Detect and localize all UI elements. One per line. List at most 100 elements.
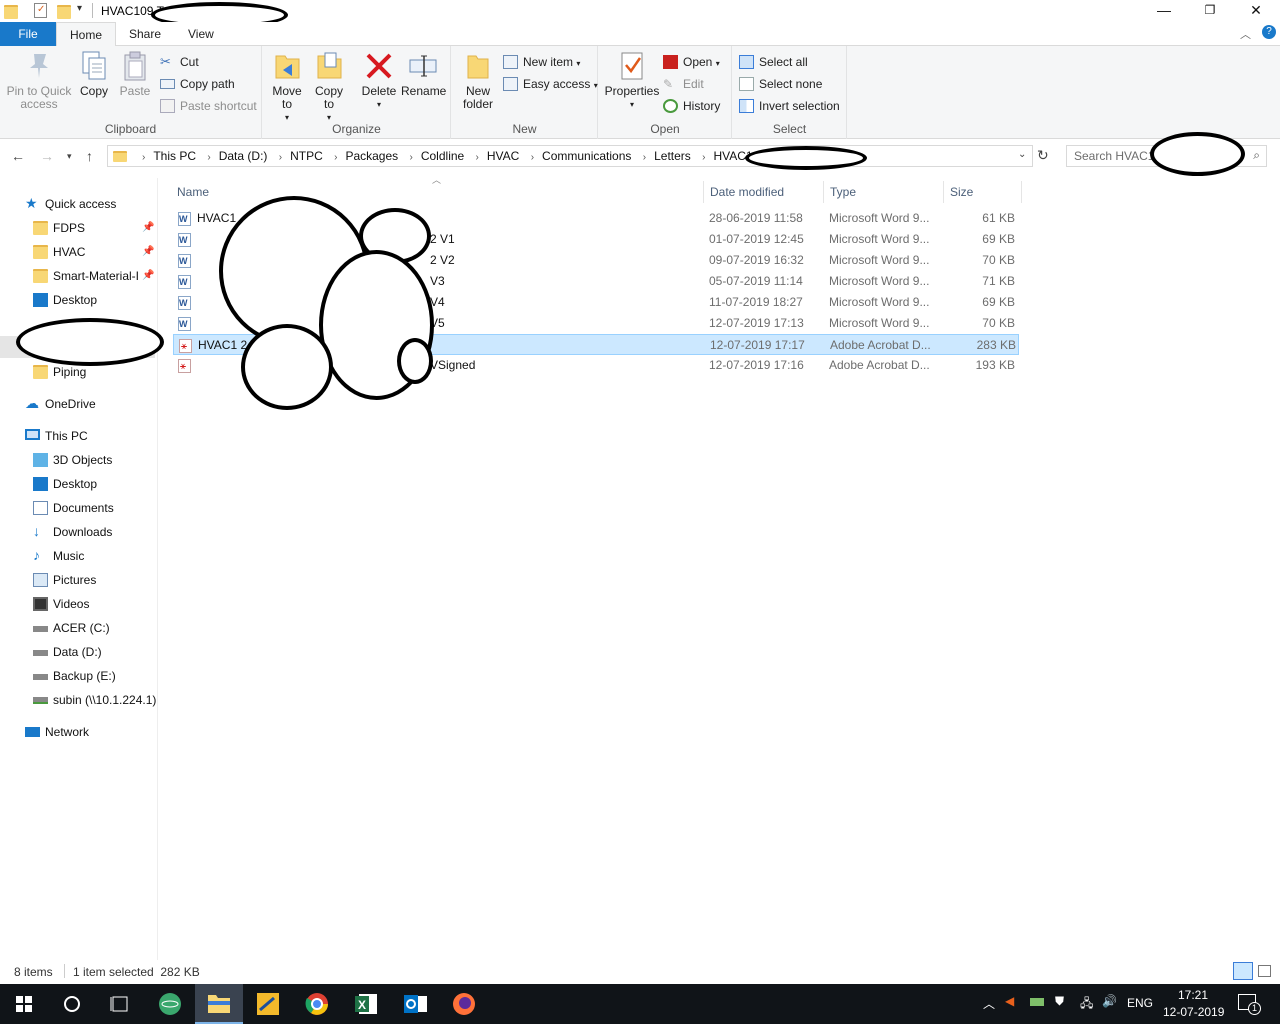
tab-share[interactable]: Share bbox=[116, 22, 174, 46]
copy-path-icon bbox=[160, 79, 175, 89]
search-input[interactable]: Search HVAC1 bbox=[1074, 149, 1154, 163]
volume-alert-icon[interactable]: ◀ bbox=[1005, 994, 1014, 1008]
language-indicator[interactable]: ENG bbox=[1127, 996, 1153, 1010]
history-button[interactable]: History bbox=[663, 96, 720, 116]
large-icons-view-icon[interactable] bbox=[1258, 965, 1271, 977]
details-view-icon[interactable] bbox=[1233, 962, 1253, 980]
crumb[interactable]: Packages bbox=[345, 149, 398, 163]
paste-shortcut-button[interactable]: Paste shortcut bbox=[160, 96, 257, 116]
properties-icon bbox=[617, 50, 647, 82]
tab-view[interactable]: View bbox=[175, 22, 227, 46]
column-header-size[interactable]: Size bbox=[942, 181, 1022, 203]
file-date: 12-07-2019 17:13 bbox=[709, 316, 804, 330]
crumb[interactable]: Data (D:) bbox=[219, 149, 268, 163]
sidebar-item-fdps[interactable]: FDPS 📌 bbox=[33, 216, 158, 240]
task-view-icon[interactable] bbox=[96, 984, 144, 1024]
crumb[interactable]: Letters bbox=[654, 149, 691, 163]
up-arrow-icon[interactable]: ↑ bbox=[86, 148, 93, 164]
atom-app-icon[interactable] bbox=[146, 984, 194, 1024]
crumb[interactable]: Communications bbox=[542, 149, 631, 163]
file-size: 70 KB bbox=[982, 253, 1015, 267]
copy-path-button[interactable]: Copy path bbox=[160, 74, 235, 94]
notification-count: 1 bbox=[1248, 1002, 1261, 1015]
battery-icon[interactable] bbox=[1030, 998, 1044, 1006]
app-taskbar-icon[interactable] bbox=[244, 984, 292, 1024]
search-circle-icon[interactable] bbox=[48, 984, 96, 1024]
crumb[interactable]: Coldline bbox=[421, 149, 464, 163]
edit-pencil-icon: ✎ bbox=[663, 77, 674, 91]
select-none-button[interactable]: Select none bbox=[739, 74, 822, 94]
pin-quick-access-button[interactable]: Pin to Quick access bbox=[6, 50, 72, 111]
sidebar-label: HVAC bbox=[53, 245, 86, 259]
delete-button[interactable]: Delete ▾ bbox=[359, 50, 399, 111]
chrome-icon[interactable] bbox=[293, 984, 341, 1024]
new-folder-button[interactable]: New folder bbox=[458, 50, 498, 111]
easy-access-icon bbox=[503, 77, 518, 91]
drive-icon bbox=[33, 650, 48, 656]
move-to-button[interactable]: Move to ▾ bbox=[269, 50, 305, 124]
shield-icon[interactable]: ⛊ bbox=[1055, 994, 1064, 1009]
new-folder-quick-icon[interactable] bbox=[57, 5, 71, 19]
sidebar-label: OneDrive bbox=[45, 397, 96, 411]
edit-button[interactable]: ✎ Edit bbox=[663, 74, 704, 94]
tab-home[interactable]: Home bbox=[56, 22, 117, 47]
column-header-type[interactable]: Type bbox=[822, 181, 944, 203]
new-item-button[interactable]: New item ▾ bbox=[503, 52, 580, 72]
copy-button[interactable]: Copy bbox=[76, 50, 112, 98]
tab-file[interactable]: File bbox=[0, 22, 56, 46]
collapse-ribbon-icon[interactable]: ︿ bbox=[1240, 26, 1251, 42]
paste-button[interactable]: Paste bbox=[117, 50, 153, 98]
forward-arrow-icon[interactable]: → bbox=[40, 148, 54, 164]
show-hidden-icons-chevron-icon[interactable]: ︿ bbox=[983, 995, 995, 1012]
close-button[interactable]: ✕ bbox=[1233, 0, 1279, 22]
help-icon[interactable]: ? bbox=[1262, 25, 1276, 39]
open-group: Properties ▾ Open ▾ ✎ Edit History Open bbox=[599, 46, 732, 139]
select-all-icon bbox=[739, 55, 754, 69]
search-icon[interactable]: ⌕ bbox=[1253, 148, 1260, 163]
customize-quick-access-icon[interactable]: ▾ bbox=[77, 3, 91, 17]
file-size: 61 KB bbox=[982, 211, 1015, 225]
clock-time[interactable]: 17:21 bbox=[1178, 988, 1208, 1002]
excel-icon[interactable]: X bbox=[342, 984, 390, 1024]
pdf-file-icon bbox=[178, 356, 191, 377]
column-header-date-modified[interactable]: Date modified bbox=[702, 181, 824, 203]
clock-date[interactable]: 12-07-2019 bbox=[1163, 1005, 1224, 1019]
open-button[interactable]: Open ▾ bbox=[663, 52, 720, 72]
sidebar-item-smart-material[interactable]: Smart-Material-I 📌 bbox=[33, 264, 158, 288]
speaker-icon[interactable]: 🔊 bbox=[1102, 994, 1117, 1008]
address-bar[interactable]: › This PC › Data (D:) › NTPC › Packages › Col… bbox=[107, 145, 1033, 170]
easy-access-label: Easy access bbox=[523, 77, 591, 91]
properties-quick-icon[interactable]: ✓ bbox=[34, 3, 47, 18]
crumb[interactable]: HVAC bbox=[487, 149, 519, 163]
file-type: Microsoft Word 9... bbox=[829, 274, 930, 288]
address-dropdown-chevron-icon[interactable]: ⌄ bbox=[1018, 149, 1026, 160]
crumb[interactable]: This PC bbox=[153, 149, 196, 163]
outlook-icon[interactable] bbox=[391, 984, 439, 1024]
start-button[interactable] bbox=[0, 984, 48, 1024]
refresh-icon[interactable]: ↻ bbox=[1037, 147, 1049, 164]
recent-locations-chevron-icon[interactable]: ▾ bbox=[67, 151, 72, 162]
easy-access-button[interactable]: Easy access ▾ bbox=[503, 74, 598, 94]
cut-button[interactable]: ✂ Cut bbox=[160, 52, 199, 72]
chevron-right-icon: › bbox=[642, 152, 647, 163]
copy-to-button[interactable]: Copy to ▾ bbox=[311, 50, 347, 124]
pin-icon: 📌 bbox=[142, 246, 155, 257]
properties-button[interactable]: Properties ▾ bbox=[603, 50, 661, 111]
file-size: 69 KB bbox=[982, 232, 1015, 246]
select-all-button[interactable]: Select all bbox=[739, 52, 808, 72]
network-status-icon[interactable]: 🖧 bbox=[1080, 994, 1093, 1015]
file-explorer-taskbar-icon[interactable] bbox=[195, 984, 243, 1024]
firefox-icon[interactable] bbox=[440, 984, 488, 1024]
crumb[interactable]: NTPC bbox=[290, 149, 323, 163]
rename-button[interactable]: Rename bbox=[401, 50, 446, 98]
file-size: 193 KB bbox=[975, 358, 1015, 372]
history-icon bbox=[663, 99, 678, 113]
sidebar-item-hvac[interactable]: HVAC 📌 bbox=[33, 240, 158, 264]
minimize-button[interactable]: — bbox=[1141, 0, 1187, 22]
sidebar-label: This PC bbox=[45, 429, 88, 443]
maximize-button[interactable]: ❐ bbox=[1187, 0, 1233, 22]
back-arrow-icon[interactable]: ← bbox=[11, 148, 25, 164]
invert-selection-button[interactable]: Invert selection bbox=[739, 96, 840, 116]
column-header-name[interactable]: Name bbox=[169, 181, 704, 203]
move-to-label: Move to bbox=[272, 84, 302, 111]
